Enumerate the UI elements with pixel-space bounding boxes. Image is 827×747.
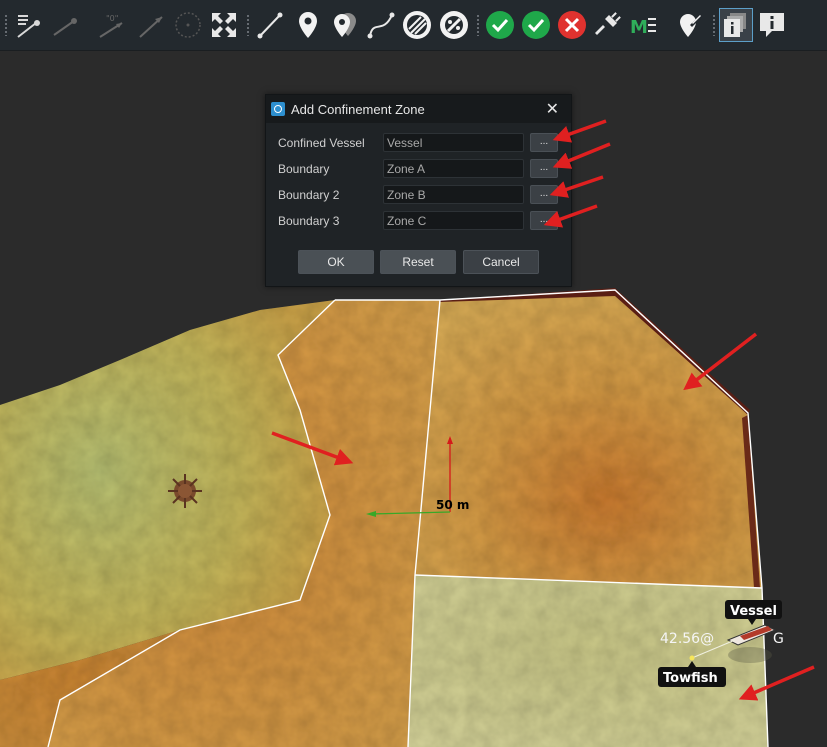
towfish-marker[interactable] [689,655,695,661]
add-confinement-zone-dialog: Add Confinement Zone ✕ Confined Vessel V… [265,94,572,287]
terrain-zone-c [408,575,768,747]
svg-text:Towfish: Towfish [663,671,718,686]
x-circle-icon[interactable] [556,9,588,41]
boundary-3-browse-button[interactable]: ... [530,211,558,230]
svg-text:"0": "0" [106,14,118,23]
boundary-2-browse-button[interactable]: ... [530,185,558,204]
ok-button[interactable]: OK [298,250,374,274]
confined-vessel-label: Confined Vessel [278,136,365,150]
boundary-2-label: Boundary 2 [278,188,340,202]
boundary-3-label: Boundary 3 [278,214,340,228]
toolbar: "0" M [0,0,827,51]
seabed-contact-icon[interactable] [168,474,202,508]
annotation-arrow-zone-b [683,332,758,391]
reset-button[interactable]: Reset [380,250,456,274]
line-segment-icon[interactable] [254,9,286,41]
check-icon[interactable] [484,9,516,41]
boundary-3-field[interactable]: Zone C [383,211,524,230]
toolbar-grip[interactable] [4,14,8,36]
toolbar-grip-3[interactable] [476,14,480,36]
select-list-icon[interactable] [12,9,44,41]
dimension-line-icon[interactable]: "0" [96,9,128,41]
boundary-label: Boundary [278,162,330,176]
dotted-circle-icon[interactable] [172,9,204,41]
close-icon[interactable]: ✕ [546,99,559,119]
cancel-button[interactable]: Cancel [463,250,539,274]
hatched-circle-icon[interactable] [401,9,433,41]
curve-icon[interactable] [365,9,397,41]
dialog-title: Add Confinement Zone [291,102,425,117]
confined-vessel-field[interactable]: Vessel [383,133,524,152]
terrain-zone-b [415,292,762,588]
expand-icon[interactable] [208,9,240,41]
arrow-line-icon[interactable] [134,9,166,41]
map-pin-icon[interactable] [292,9,324,41]
info-comment-icon[interactable] [756,9,788,41]
svg-text:Vessel: Vessel [730,604,777,619]
toolbar-grip-2[interactable] [246,14,250,36]
plug-icon[interactable] [591,9,623,41]
position-readout-tail: G [773,631,784,647]
confined-vessel-browse-button[interactable]: ... [530,133,558,152]
multi-pin-icon[interactable] [328,9,360,41]
check-circle-icon[interactable] [520,9,552,41]
scale-label: 50 m [436,498,469,512]
app-logo-icon [271,102,285,116]
pin-edit-icon[interactable] [674,9,706,41]
toolbar-grip-4[interactable] [712,14,716,36]
layered-info-icon[interactable] [719,8,753,42]
boundary-browse-button[interactable]: ... [530,159,558,178]
boundary-field[interactable]: Zone A [383,159,524,178]
prohibited-zone-icon[interactable] [438,9,470,41]
me-icon[interactable]: M [628,9,660,41]
svg-text:M: M [630,17,648,38]
dialog-titlebar[interactable]: Add Confinement Zone ✕ [266,95,571,123]
position-readout: 42.56@ [660,631,714,647]
pointer-line-icon[interactable] [50,9,82,41]
boundary-2-field[interactable]: Zone B [383,185,524,204]
